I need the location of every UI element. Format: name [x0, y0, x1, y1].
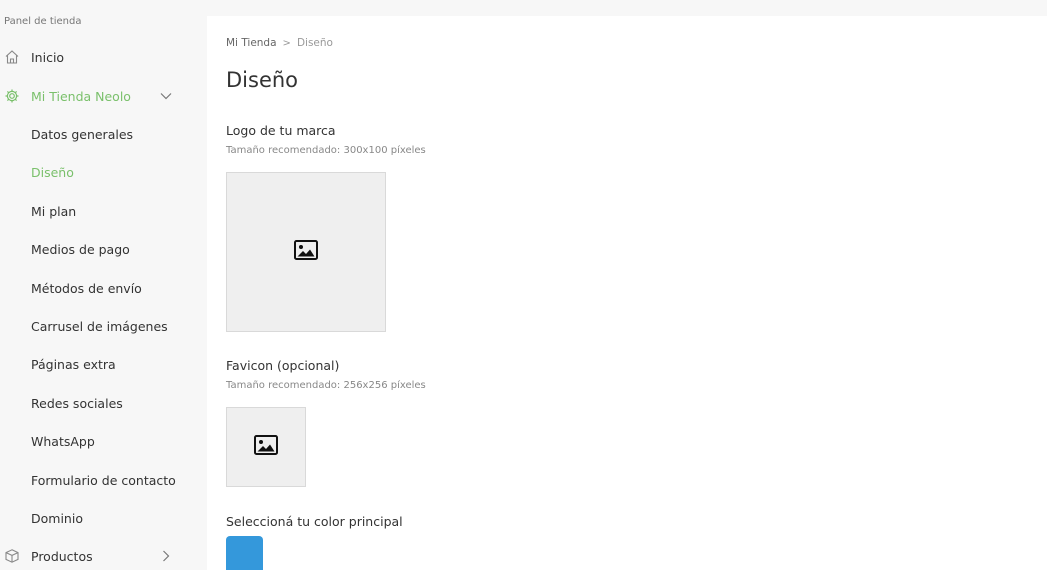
sidebar-item-carrusel[interactable]: Carrusel de imágenes: [0, 313, 207, 339]
sidebar-item-diseno[interactable]: Diseño: [0, 159, 207, 185]
sidebar-item-label: Páginas extra: [31, 356, 116, 372]
sidebar-item-label: Productos: [31, 548, 93, 564]
breadcrumb-current: Diseño: [296, 37, 333, 49]
primary-color-swatch[interactable]: [226, 536, 263, 570]
sidebar: Panel de tienda Inicio Mi Tienda Neolo D…: [0, 0, 207, 570]
main-content: Mi Tienda > Diseño Diseño Logo de tu mar…: [207, 16, 1047, 570]
logo-upload-box[interactable]: [226, 172, 386, 332]
favicon-section-title: Favicon (opcional): [226, 358, 340, 373]
sidebar-item-whatsapp[interactable]: WhatsApp: [0, 428, 207, 454]
sidebar-item-formulario[interactable]: Formulario de contacto: [0, 467, 207, 493]
sidebar-item-label: Dominio: [31, 510, 83, 526]
breadcrumb: Mi Tienda > Diseño: [226, 37, 333, 49]
sidebar-item-mi-tienda[interactable]: Mi Tienda Neolo: [0, 83, 207, 109]
sidebar-item-datos-generales[interactable]: Datos generales: [0, 121, 207, 147]
logo-section-title: Logo de tu marca: [226, 123, 336, 138]
chevron-down-icon: [158, 88, 174, 104]
sidebar-item-label: Inicio: [31, 49, 65, 65]
sidebar-item-label: Formulario de contacto: [31, 472, 176, 488]
image-icon: [294, 240, 318, 264]
sidebar-item-dominio[interactable]: Dominio: [0, 505, 207, 531]
sidebar-item-medios-de-pago[interactable]: Medios de pago: [0, 236, 207, 262]
sidebar-item-productos[interactable]: Productos: [0, 543, 207, 569]
sidebar-item-mi-plan[interactable]: Mi plan: [0, 198, 207, 224]
sidebar-item-label: Datos generales: [31, 126, 134, 142]
sidebar-item-label: Medios de pago: [31, 241, 130, 257]
chevron-right-icon: [158, 548, 174, 564]
favicon-size-hint: Tamaño recomendado: 256x256 píxeles: [226, 380, 426, 391]
sidebar-header: Panel de tienda: [4, 16, 82, 27]
sidebar-item-label: Mi Tienda Neolo: [31, 88, 131, 104]
color-section-title: Seleccioná tu color principal: [226, 514, 403, 529]
page-title: Diseño: [226, 68, 299, 92]
sidebar-item-metodos-de-envio[interactable]: Métodos de envío: [0, 275, 207, 301]
breadcrumb-separator: >: [282, 37, 291, 49]
sidebar-item-redes-sociales[interactable]: Redes sociales: [0, 390, 207, 416]
home-icon: [3, 48, 20, 65]
sidebar-item-label: Redes sociales: [31, 395, 123, 411]
favicon-upload-box[interactable]: [226, 407, 306, 487]
gear-icon: [3, 87, 20, 104]
sidebar-item-paginas-extra[interactable]: Páginas extra: [0, 351, 207, 377]
sidebar-item-label: Métodos de envío: [31, 280, 142, 296]
breadcrumb-root[interactable]: Mi Tienda: [226, 37, 277, 49]
sidebar-item-inicio[interactable]: Inicio: [0, 44, 207, 70]
logo-size-hint: Tamaño recomendado: 300x100 píxeles: [226, 145, 426, 156]
sidebar-item-label: Mi plan: [31, 203, 77, 219]
sidebar-item-label: WhatsApp: [31, 433, 95, 449]
sidebar-item-label: Diseño: [31, 164, 74, 180]
sidebar-item-label: Carrusel de imágenes: [31, 318, 168, 334]
image-icon: [254, 435, 278, 459]
box-icon: [3, 547, 20, 564]
